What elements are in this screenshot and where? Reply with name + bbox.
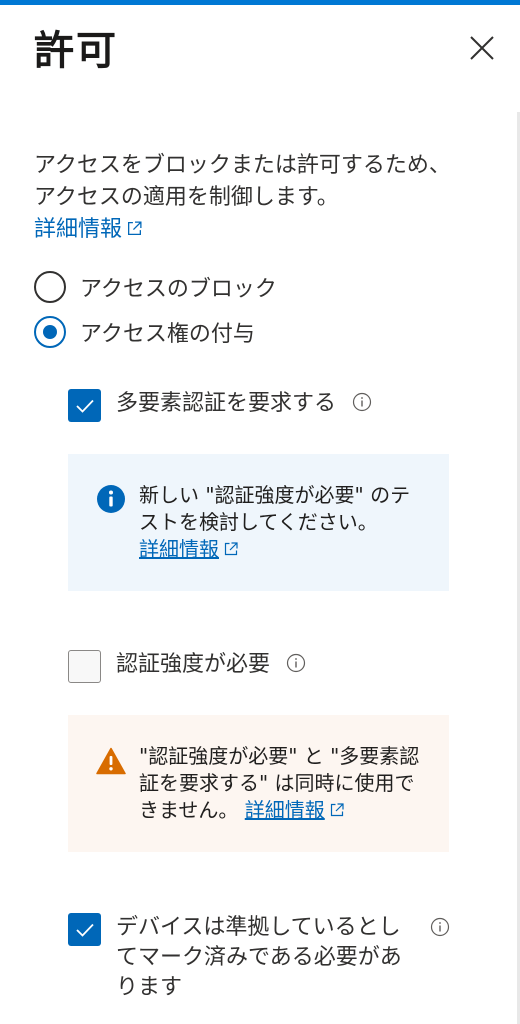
checkmark-icon [75, 923, 94, 937]
external-link-icon [128, 221, 142, 235]
checkmark-icon [75, 399, 94, 413]
warning-banner-text: "認証強度が必要" と "多要素認証を要求する" は同時に使用できません。 詳細… [139, 743, 427, 824]
auth-strength-label: 認証強度が必要 [116, 650, 306, 680]
info-banner-link[interactable]: 詳細情報 [139, 537, 239, 561]
external-link-icon [330, 803, 344, 817]
permission-panel: 許可 アクセスをブロックまたは許可するため、アクセスの適用を制御します。 詳細情… [0, 0, 520, 1024]
info-icon[interactable] [352, 392, 372, 412]
info-banner: 新しい "認証強度が必要" のテストを検討してください。 詳細情報 [68, 454, 449, 591]
checkbox-row-auth-strength[interactable]: 認証強度が必要 [68, 650, 306, 683]
info-icon[interactable] [430, 917, 450, 937]
info-banner-message: 新しい "認証強度が必要" のテストを検討してください。 [139, 483, 411, 534]
close-icon [470, 36, 494, 60]
auth-strength-label-text: 認証強度が必要 [116, 652, 271, 677]
info-icon[interactable] [286, 653, 306, 673]
warning-icon [96, 747, 126, 775]
mfa-checkbox[interactable] [68, 389, 101, 422]
learn-more-label: 詳細情報 [34, 217, 123, 242]
auth-strength-checkbox[interactable] [68, 650, 101, 683]
mfa-label-text: 多要素認証を要求する [116, 391, 337, 416]
info-banner-text: 新しい "認証強度が必要" のテストを検討してください。 詳細情報 [139, 482, 427, 563]
radio-block-access[interactable]: アクセスのブロック [34, 271, 277, 303]
warning-banner-link-label: 詳細情報 [244, 798, 325, 822]
warning-banner-link[interactable]: 詳細情報 [245, 798, 345, 822]
warning-banner: "認証強度が必要" と "多要素認証を要求する" は同時に使用できません。 詳細… [68, 715, 449, 852]
radio-grant-access[interactable]: アクセス権の付与 [34, 316, 255, 348]
panel-title: 許可 [34, 28, 118, 74]
checkbox-row-compliant-device[interactable]: デバイスは準拠しているとしてマーク済みである必要があります [68, 913, 450, 1003]
info-filled-icon [97, 485, 125, 513]
mfa-label: 多要素認証を要求する [116, 389, 372, 419]
description-text: アクセスをブロックまたは許可するため、アクセスの適用を制御します。 [34, 153, 451, 210]
radio-selected-dot [43, 325, 57, 339]
info-banner-link-label: 詳細情報 [139, 537, 219, 561]
radio-grant-circle[interactable] [34, 316, 66, 348]
top-accent-bar [0, 0, 520, 5]
radio-block-label: アクセスのブロック [80, 277, 277, 302]
compliant-device-checkbox[interactable] [68, 913, 101, 946]
radio-block-circle[interactable] [34, 271, 66, 303]
radio-grant-label: アクセス権の付与 [80, 322, 255, 347]
external-link-icon [224, 542, 238, 556]
close-button[interactable] [468, 34, 496, 62]
checkbox-row-mfa[interactable]: 多要素認証を要求する [68, 389, 372, 422]
compliant-device-label: デバイスは準拠しているとしてマーク済みである必要があります [116, 915, 402, 1000]
description: アクセスをブロックまたは許可するため、アクセスの適用を制御します。 詳細情報 [34, 150, 464, 246]
learn-more-link[interactable]: 詳細情報 [34, 217, 143, 242]
